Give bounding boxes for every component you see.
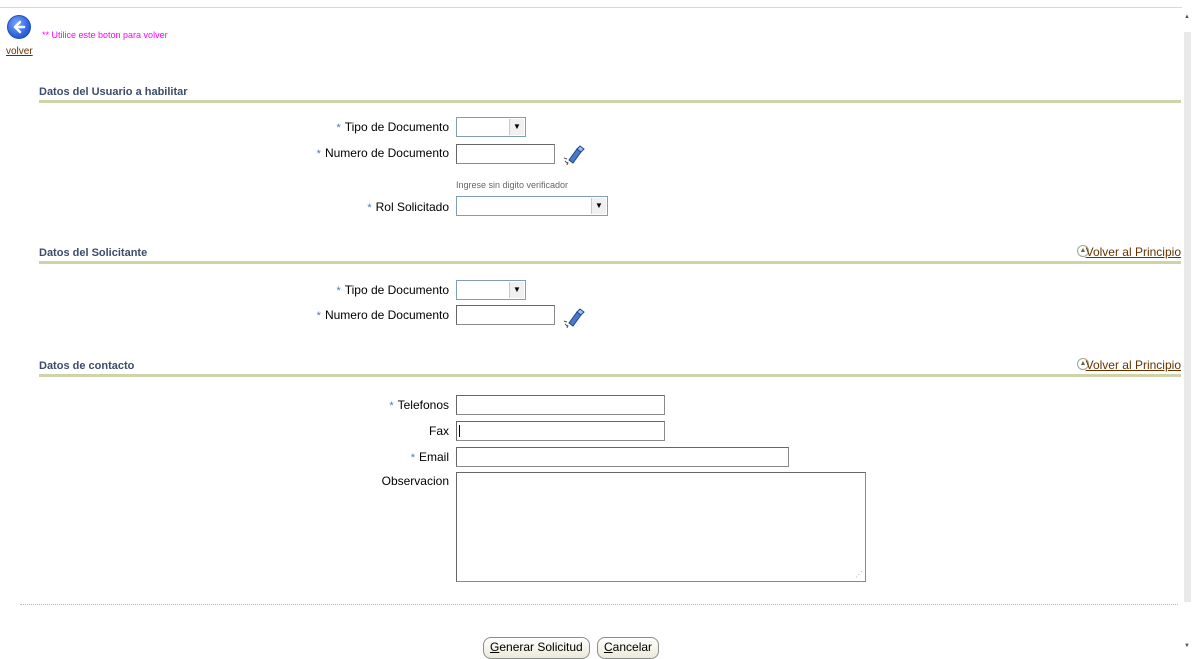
label-text: Fax	[428, 424, 449, 438]
access-key: G	[490, 640, 500, 654]
observacion-label: Observacion	[382, 474, 449, 488]
fax-label: Fax	[429, 424, 449, 438]
label-text: Email	[418, 450, 449, 464]
email-input[interactable]	[456, 447, 789, 467]
generar-solicitud-button[interactable]: Generar Solicitud	[483, 637, 590, 659]
numero-documento-solicitante-label: * Numero de Documento	[317, 308, 449, 322]
telefonos-input[interactable]	[456, 395, 665, 415]
section-header-usuario: Datos del Usuario a habilitar	[39, 86, 1181, 103]
tipo-documento-usuario-label: * Tipo de Documento	[336, 120, 449, 134]
label-text: Observacion	[381, 474, 449, 488]
back-hint-text: ** Utilice este boton para volver	[42, 30, 168, 40]
chevron-down-icon[interactable]: ▼	[509, 119, 524, 135]
label-text: Tipo de Documento	[344, 283, 449, 297]
observacion-textarea[interactable]: ⋰	[456, 472, 866, 582]
button-label: enerar Solicitud	[499, 640, 583, 654]
section-title-contacto: Datos de contacto	[39, 360, 135, 372]
required-star: *	[316, 148, 321, 160]
button-label: ancelar	[612, 640, 653, 654]
chevron-down-icon[interactable]: ▼	[509, 282, 524, 298]
flashlight-search-icon[interactable]	[563, 307, 585, 329]
label-text: Rol Solicitado	[375, 200, 449, 214]
label-text: Numero de Documento	[324, 146, 449, 160]
tipo-documento-usuario-select[interactable]: ▼	[456, 117, 526, 137]
numero-documento-solicitante-input[interactable]	[456, 305, 555, 325]
required-star: *	[316, 310, 321, 322]
required-star: *	[336, 285, 341, 297]
text-caret	[459, 425, 460, 437]
scroll-down-icon[interactable]: ▼	[1184, 643, 1190, 649]
required-star: *	[336, 122, 341, 134]
tipo-documento-solicitante-label: * Tipo de Documento	[336, 283, 449, 297]
footer-separator	[20, 604, 1178, 605]
section-title-usuario: Datos del Usuario a habilitar	[39, 86, 188, 98]
rol-solicitado-select[interactable]: ▼	[456, 196, 608, 216]
numero-documento-hint: Ingrese sin digito verificador	[456, 180, 569, 190]
back-link[interactable]: volver	[6, 46, 33, 57]
label-text: Tipo de Documento	[344, 120, 449, 134]
back-arrow-icon[interactable]	[7, 15, 31, 39]
top-border	[0, 0, 1182, 8]
label-text: Numero de Documento	[324, 308, 449, 322]
email-label: * Email	[411, 450, 449, 464]
cancelar-button[interactable]: Cancelar	[597, 637, 660, 659]
chevron-down-icon[interactable]: ▼	[591, 198, 606, 214]
numero-documento-usuario-label: * Numero de Documento	[317, 146, 449, 160]
required-star: *	[389, 400, 394, 412]
flashlight-search-icon[interactable]	[563, 144, 585, 166]
section-header-solicitante: Datos del Solicitante ▲ Volver al Princi…	[39, 245, 1181, 264]
tipo-documento-solicitante-select[interactable]: ▼	[456, 280, 526, 300]
volver-al-principio-link[interactable]: Volver al Principio	[1086, 245, 1181, 259]
numero-documento-usuario-input[interactable]	[456, 144, 555, 164]
vertical-scrollbar[interactable]: ▲ ▼	[1182, 0, 1193, 659]
scroll-up-icon[interactable]: ▲	[1184, 14, 1190, 20]
required-star: *	[410, 452, 415, 464]
fax-input[interactable]	[456, 421, 665, 441]
label-text: Telefonos	[397, 398, 449, 412]
telefonos-label: * Telefonos	[389, 398, 449, 412]
access-key: C	[604, 640, 613, 654]
resize-grip-icon[interactable]: ⋰	[855, 570, 863, 579]
section-header-contacto: Datos de contacto ▲ Volver al Principio	[39, 358, 1181, 377]
section-title-solicitante: Datos del Solicitante	[39, 247, 148, 259]
rol-solicitado-label: * Rol Solicitado	[367, 200, 449, 214]
required-star: *	[367, 202, 372, 214]
scroll-thumb[interactable]	[1184, 32, 1191, 602]
volver-al-principio-link[interactable]: Volver al Principio	[1086, 358, 1181, 372]
